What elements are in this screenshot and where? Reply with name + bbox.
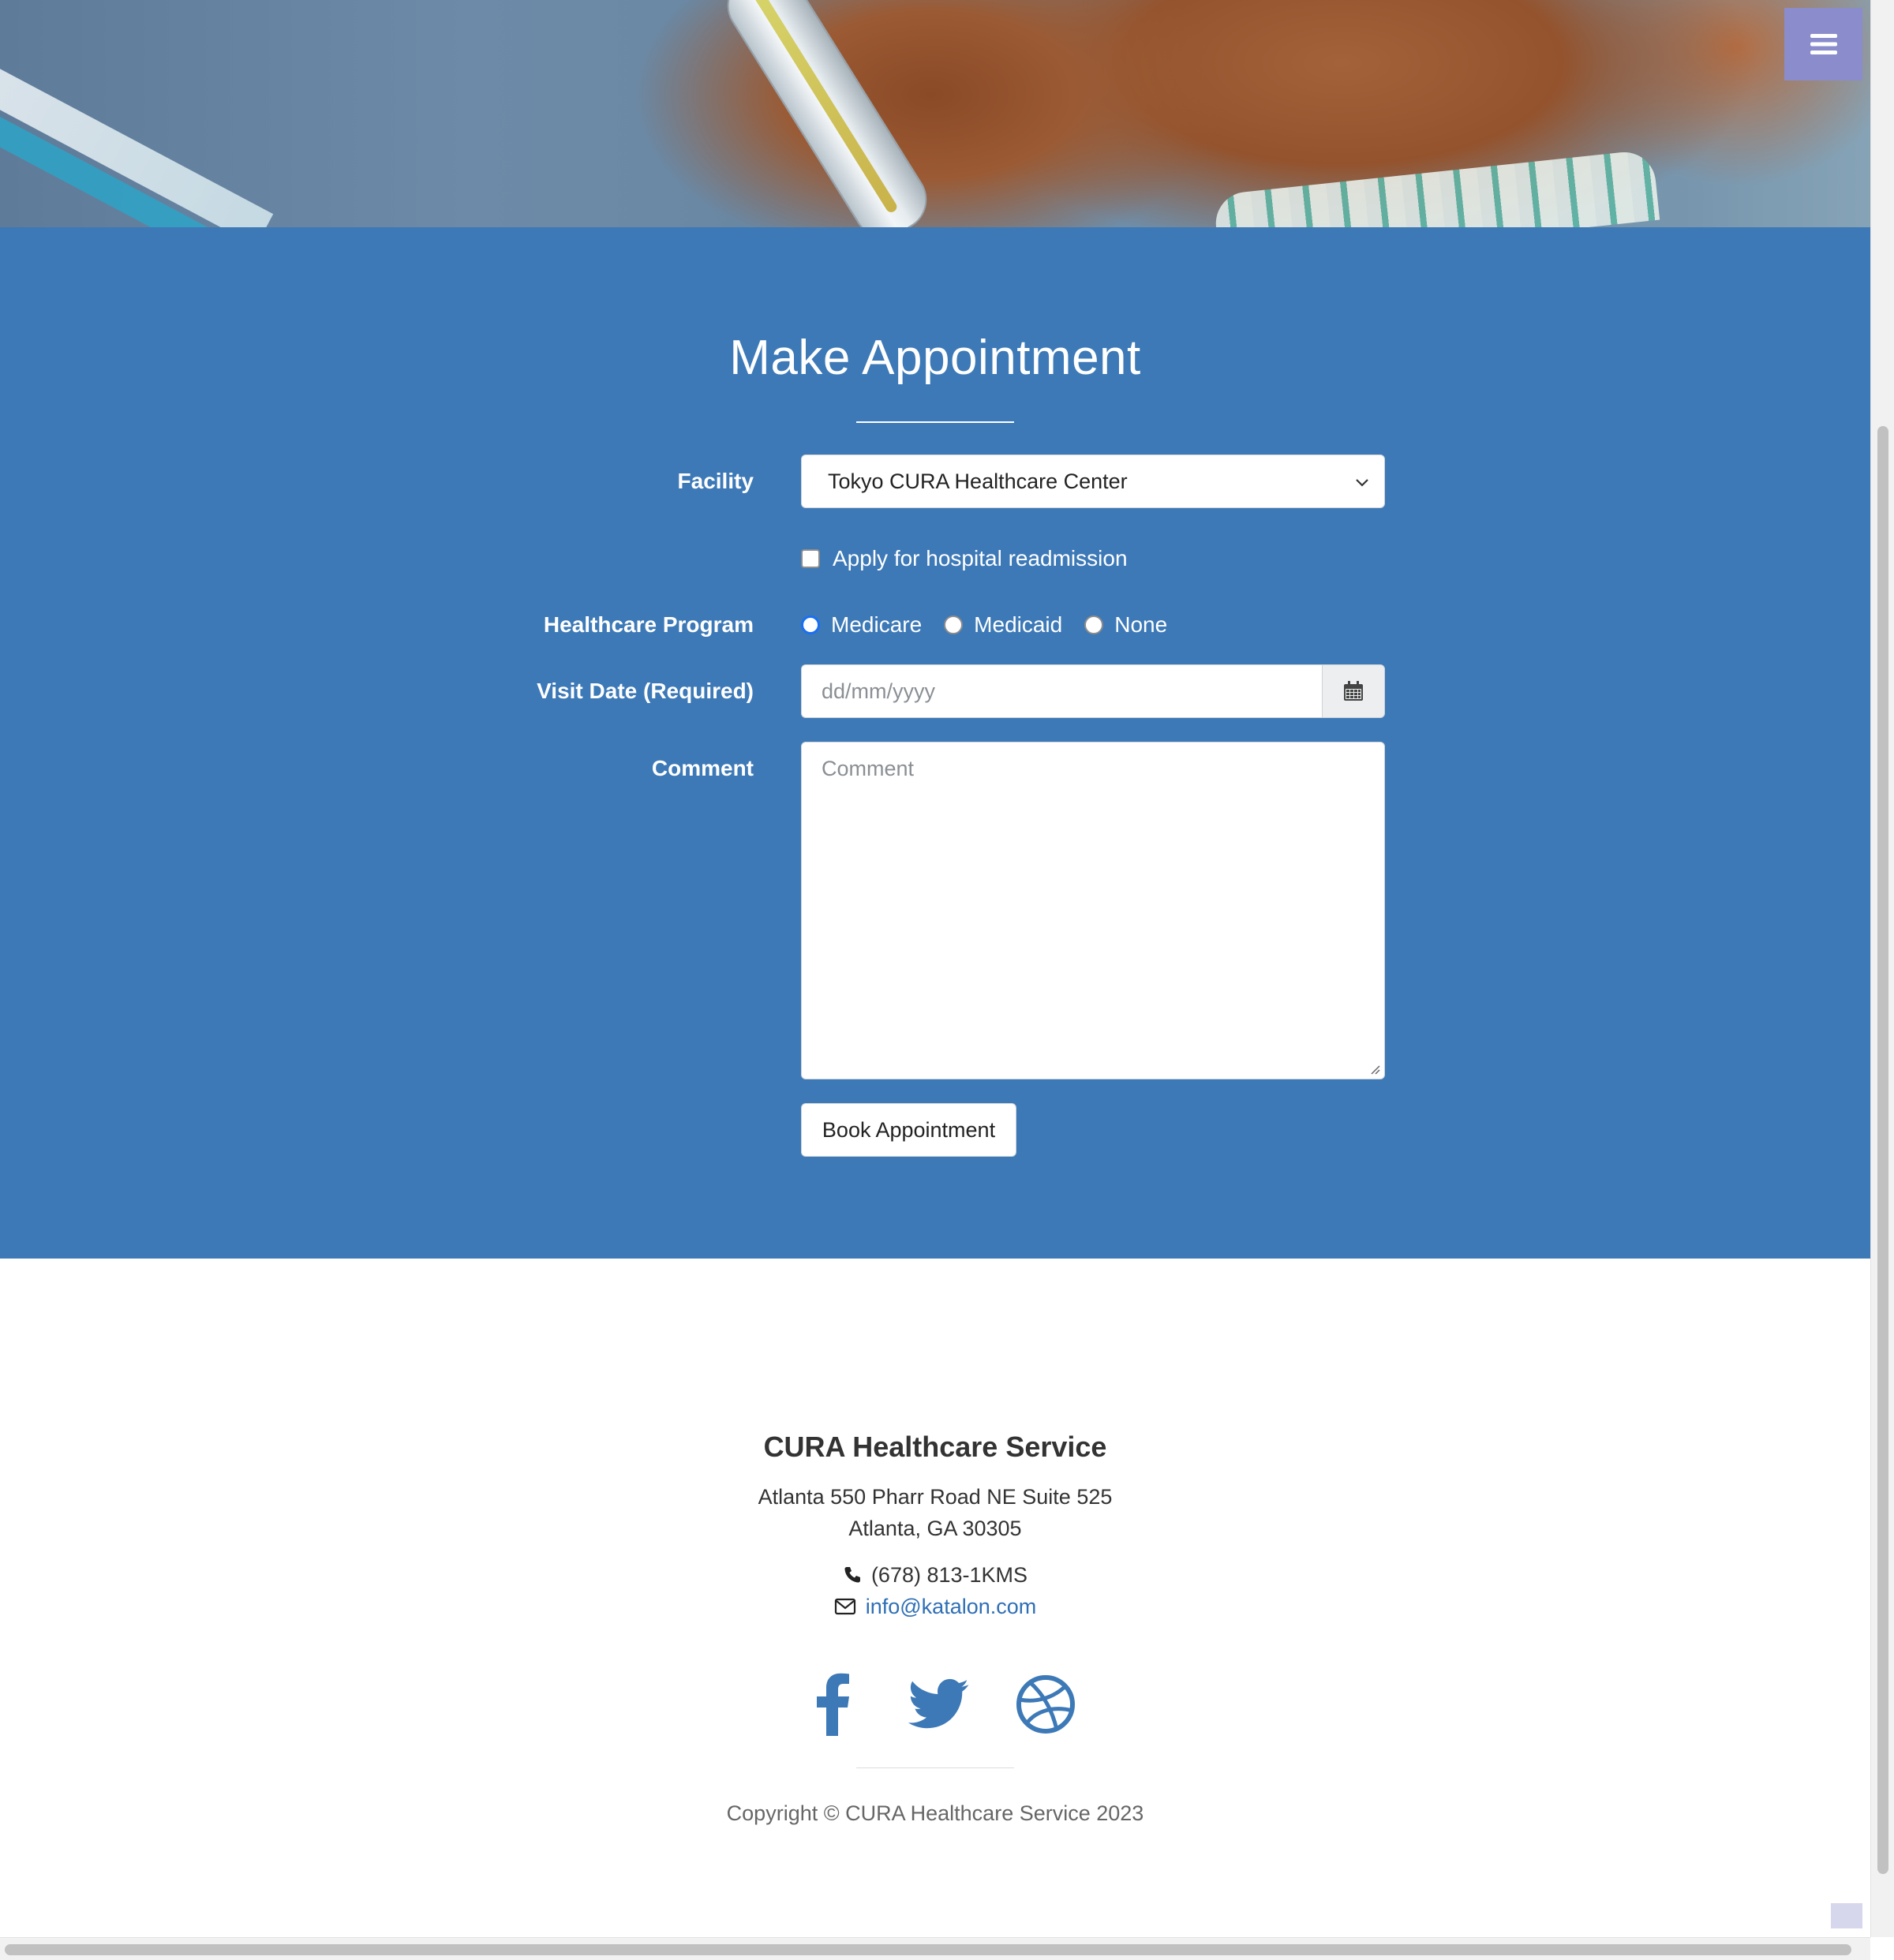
radio-option-medicaid[interactable]: Medicaid (944, 612, 1062, 638)
readmission-label: Apply for hospital readmission (833, 546, 1128, 570)
readmission-checkbox[interactable] (801, 549, 820, 568)
book-appointment-button[interactable]: Book Appointment (801, 1103, 1016, 1157)
radio-option-none[interactable]: None (1084, 612, 1167, 638)
section-title: Make Appointment (729, 331, 1141, 385)
comment-label: Comment (651, 756, 754, 780)
facebook-link[interactable] (797, 1669, 868, 1740)
radio-none[interactable] (1084, 615, 1104, 634)
radio-medicare[interactable] (801, 615, 820, 634)
phone-line: (678) 813-1KMS (0, 1559, 1870, 1591)
footer-contact: (678) 813-1KMS info@katalon.com (0, 1559, 1870, 1622)
facility-select[interactable]: Tokyo CURA Healthcare Center (801, 454, 1385, 508)
footer: CURA Healthcare Service Atlanta 550 Phar… (0, 1259, 1870, 1937)
resize-grip-icon[interactable] (1368, 1063, 1381, 1075)
radio-medicaid[interactable] (944, 615, 964, 634)
facility-label: Facility (677, 469, 754, 493)
appointment-section: Make Appointment Facility Tokyo CURA Hea… (0, 227, 1870, 1259)
page: Make Appointment Facility Tokyo CURA Hea… (0, 0, 1894, 1960)
menu-toggle-button[interactable] (1784, 8, 1862, 80)
footer-company-name: CURA Healthcare Service (763, 1431, 1107, 1463)
vertical-scrollbar[interactable] (1870, 0, 1894, 1937)
footer-divider (856, 1767, 1014, 1768)
visit-date-label: Visit Date (Required) (537, 679, 754, 703)
radio-label: Medicare (831, 612, 923, 637)
horizontal-scrollbar-thumb[interactable] (5, 1944, 1851, 1955)
chevron-down-icon (1356, 479, 1368, 487)
radio-label: None (1114, 612, 1168, 637)
title-divider (856, 421, 1014, 423)
footer-address: Atlanta 550 Pharr Road NE Suite 525 Atla… (0, 1481, 1870, 1544)
email-link[interactable]: info@katalon.com (866, 1591, 1037, 1622)
hamburger-menu-icon (1810, 34, 1837, 54)
vertical-scrollbar-thumb[interactable] (1877, 426, 1888, 1874)
visit-date-placeholder: dd/mm/yyyy (822, 679, 936, 703)
phone-number: (678) 813-1KMS (870, 1563, 1028, 1587)
copyright-text: Copyright © CURA Healthcare Service 2023 (726, 1801, 1144, 1825)
address-line-2: Atlanta, GA 30305 (848, 1517, 1022, 1540)
dribbble-link[interactable] (1010, 1669, 1081, 1740)
hero-cloth (1212, 148, 1660, 227)
email-line: info@katalon.com (0, 1591, 1870, 1622)
envelope-icon (834, 1598, 855, 1615)
thermometer-graphic (715, 0, 939, 227)
calendar-button[interactable] (1322, 664, 1385, 718)
horizontal-scrollbar[interactable] (0, 1937, 1870, 1960)
facility-selected-value: Tokyo CURA Healthcare Center (828, 469, 1128, 493)
radio-option-medicare[interactable]: Medicare (801, 612, 922, 638)
calendar-icon (1344, 681, 1363, 701)
healthcare-program-group: Medicare Medicaid None (801, 612, 1189, 638)
window-resize-corner[interactable] (1831, 1903, 1862, 1928)
phone-icon (844, 1567, 860, 1583)
hero-image (0, 0, 1870, 227)
radio-label: Medicaid (974, 612, 1063, 637)
comment-placeholder: Comment (822, 757, 915, 780)
visit-date-input[interactable]: dd/mm/yyyy (801, 664, 1322, 718)
social-links (797, 1669, 1081, 1740)
comment-textarea[interactable]: Comment (801, 742, 1385, 1079)
visit-date-group: dd/mm/yyyy (801, 664, 1385, 718)
readmission-row[interactable]: Apply for hospital readmission (801, 546, 1128, 571)
twitter-icon (908, 1678, 969, 1729)
facebook-icon (817, 1673, 849, 1736)
dribbble-icon (1016, 1675, 1075, 1734)
address-line-1: Atlanta 550 Pharr Road NE Suite 525 (758, 1485, 1113, 1509)
healthcare-program-label: Healthcare Program (543, 612, 754, 637)
twitter-link[interactable] (904, 1669, 975, 1740)
